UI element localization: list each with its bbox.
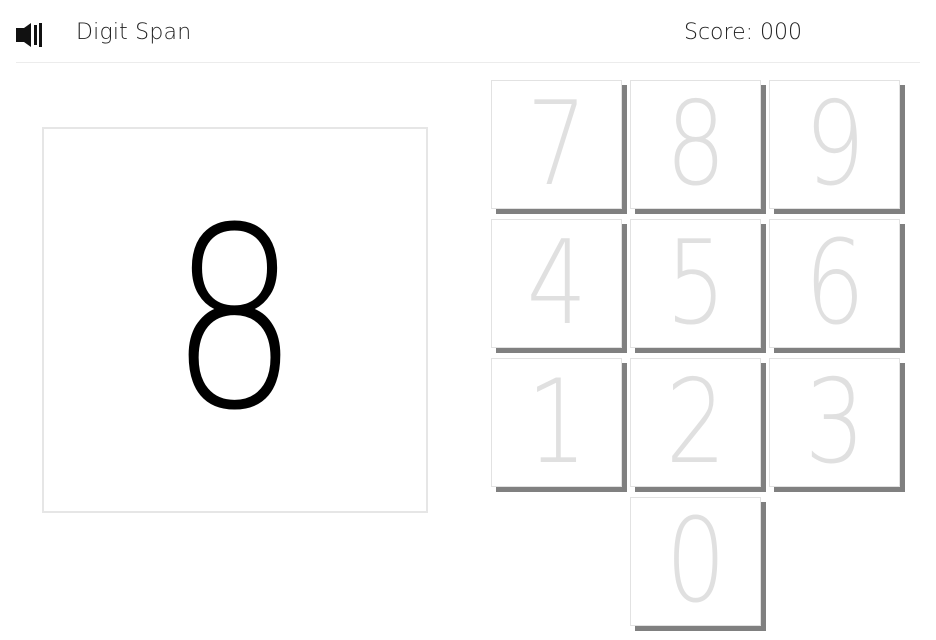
key-6[interactable]: 6 <box>769 219 900 348</box>
speaker-icon <box>16 23 42 47</box>
score-display: Score: 000 <box>684 20 803 45</box>
key-label: 3 <box>804 354 865 490</box>
key-label: 7 <box>526 76 587 212</box>
key-8[interactable]: 8 <box>630 80 761 209</box>
key-label: 0 <box>665 493 726 629</box>
key-1[interactable]: 1 <box>491 358 622 487</box>
key-0[interactable]: 0 <box>630 497 761 626</box>
key-3[interactable]: 3 <box>769 358 900 487</box>
sound-toggle-button[interactable] <box>16 22 46 48</box>
key-5[interactable]: 5 <box>630 219 761 348</box>
key-label: 8 <box>665 76 726 212</box>
header-bar: Digit Span Score: 000 <box>16 0 920 63</box>
key-label: 5 <box>665 215 726 351</box>
app-title: Digit Span <box>76 20 192 45</box>
key-7[interactable]: 7 <box>491 80 622 209</box>
key-label: 9 <box>804 76 865 212</box>
digit-display-panel: 8 <box>42 127 428 513</box>
key-label: 2 <box>665 354 726 490</box>
key-9[interactable]: 9 <box>769 80 900 209</box>
key-4[interactable]: 4 <box>491 219 622 348</box>
key-label: 4 <box>526 215 587 351</box>
key-label: 6 <box>804 215 865 351</box>
current-digit: 8 <box>169 174 301 465</box>
key-label: 1 <box>526 354 587 490</box>
key-2[interactable]: 2 <box>630 358 761 487</box>
